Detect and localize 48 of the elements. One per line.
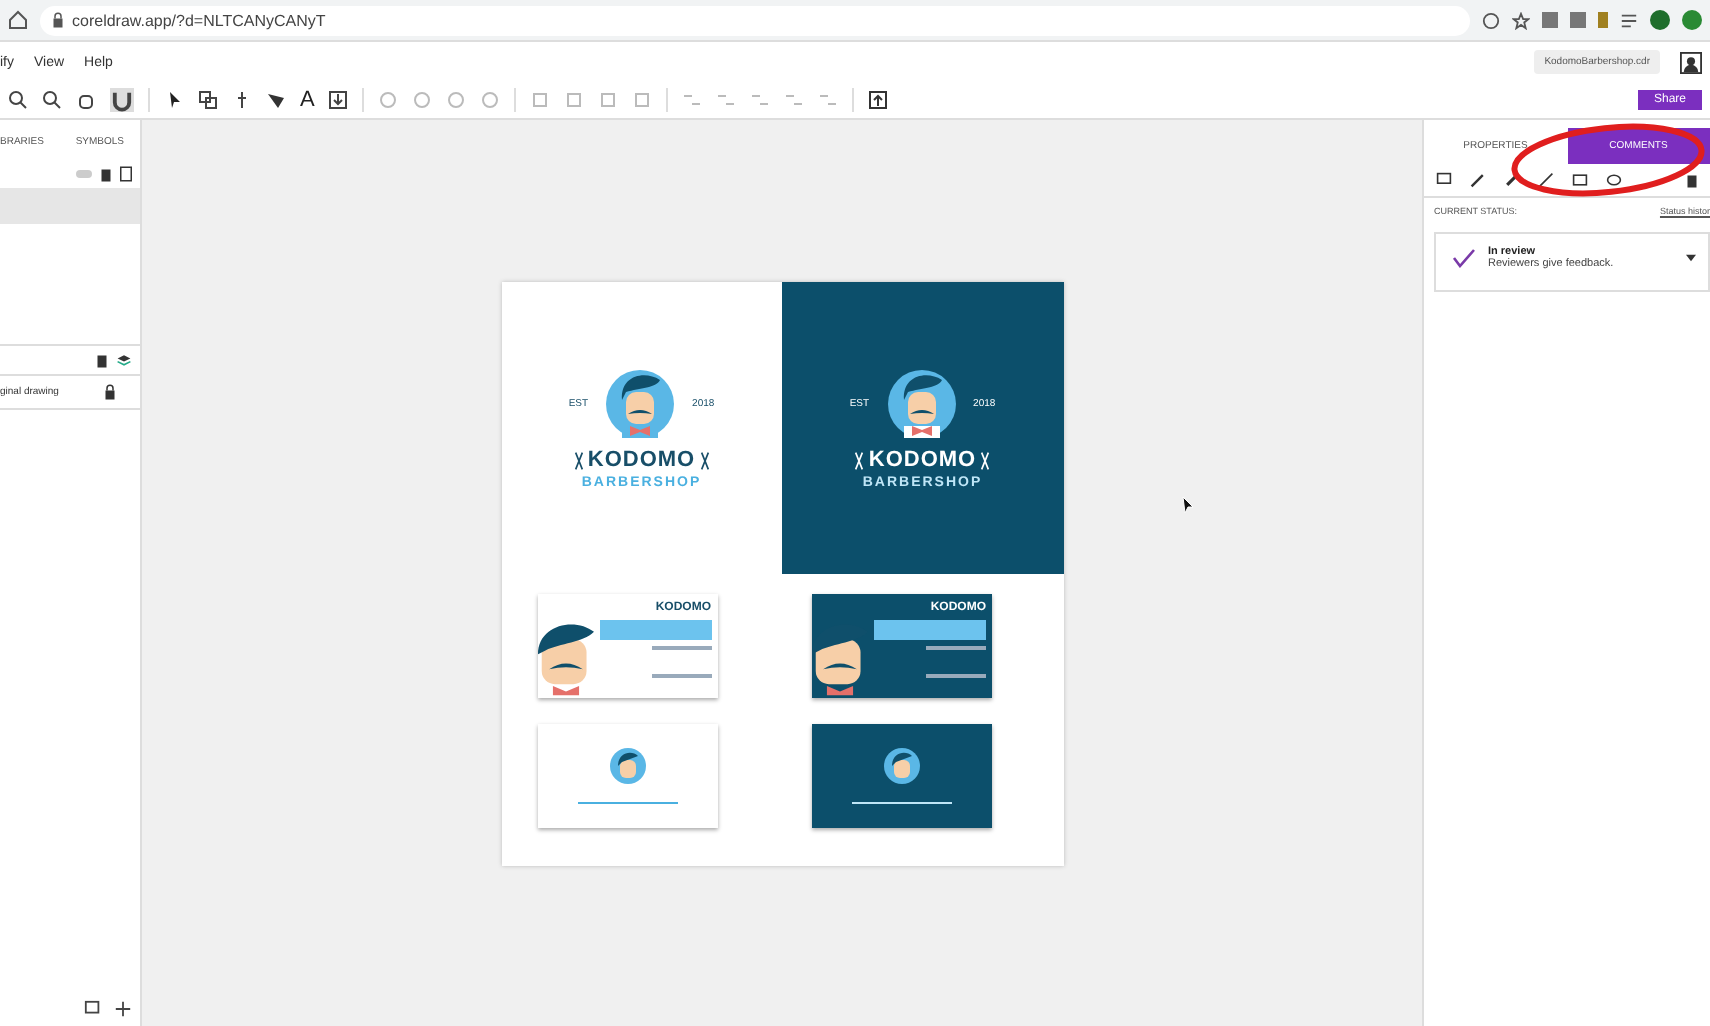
export-icon[interactable] [868, 90, 889, 110]
user-icon[interactable] [1680, 51, 1702, 73]
scissors-icon [699, 451, 710, 469]
trash-icon[interactable] [1686, 172, 1698, 188]
scissors-icon [854, 451, 865, 469]
address-field[interactable]: coreldraw.app/?d=NLTCANyCANyT [40, 5, 1470, 35]
trash-icon[interactable] [96, 352, 108, 368]
avatar-circle[interactable] [1650, 10, 1670, 30]
caret-icon [1686, 254, 1696, 262]
logo-title: KODOMO [587, 448, 696, 472]
check-icon [1452, 248, 1476, 268]
card-band [874, 619, 986, 639]
ellipse-icon[interactable] [1606, 172, 1622, 188]
line-icon[interactable] [1538, 172, 1554, 188]
page-icon[interactable] [120, 166, 132, 182]
card-website-line [577, 802, 677, 804]
circle-icon[interactable] [1482, 11, 1500, 29]
mascot-emblem-drawing [882, 746, 922, 786]
toggle-icon[interactable] [76, 170, 92, 178]
star-icon[interactable] [1512, 11, 1530, 29]
pointer-icon[interactable] [164, 90, 184, 110]
comment-add-icon[interactable] [84, 1000, 102, 1018]
card-contact-lines [926, 645, 986, 677]
home-icon[interactable] [8, 10, 28, 30]
magnet-icon[interactable] [110, 88, 134, 112]
marker-icon[interactable] [1504, 172, 1520, 188]
trash-icon[interactable] [100, 166, 112, 182]
lock-icon[interactable] [104, 384, 116, 400]
zoom-icon[interactable] [8, 90, 28, 110]
card-website-line [852, 802, 952, 804]
rectangle-icon[interactable] [1572, 172, 1588, 188]
card-band [599, 619, 711, 639]
shapes-icon[interactable] [198, 90, 218, 110]
mascot-emblem-drawing [607, 746, 647, 786]
insert-icon[interactable] [328, 90, 349, 110]
layers-icon[interactable] [116, 352, 132, 368]
scissors-icon [573, 451, 584, 469]
card-contact-lines [651, 645, 711, 677]
comment-icon[interactable] [1436, 172, 1452, 188]
logo-title: KODOMO [868, 448, 977, 472]
plus-icon[interactable] [114, 1000, 132, 1018]
cursor-icon [1182, 496, 1194, 514]
lock-icon [52, 12, 64, 28]
list-icon[interactable] [1620, 11, 1638, 29]
extension-icon[interactable] [1682, 10, 1702, 30]
text-tool[interactable]: A [300, 88, 315, 112]
zoom-icon[interactable] [42, 90, 62, 110]
scissors-icon [980, 451, 991, 469]
